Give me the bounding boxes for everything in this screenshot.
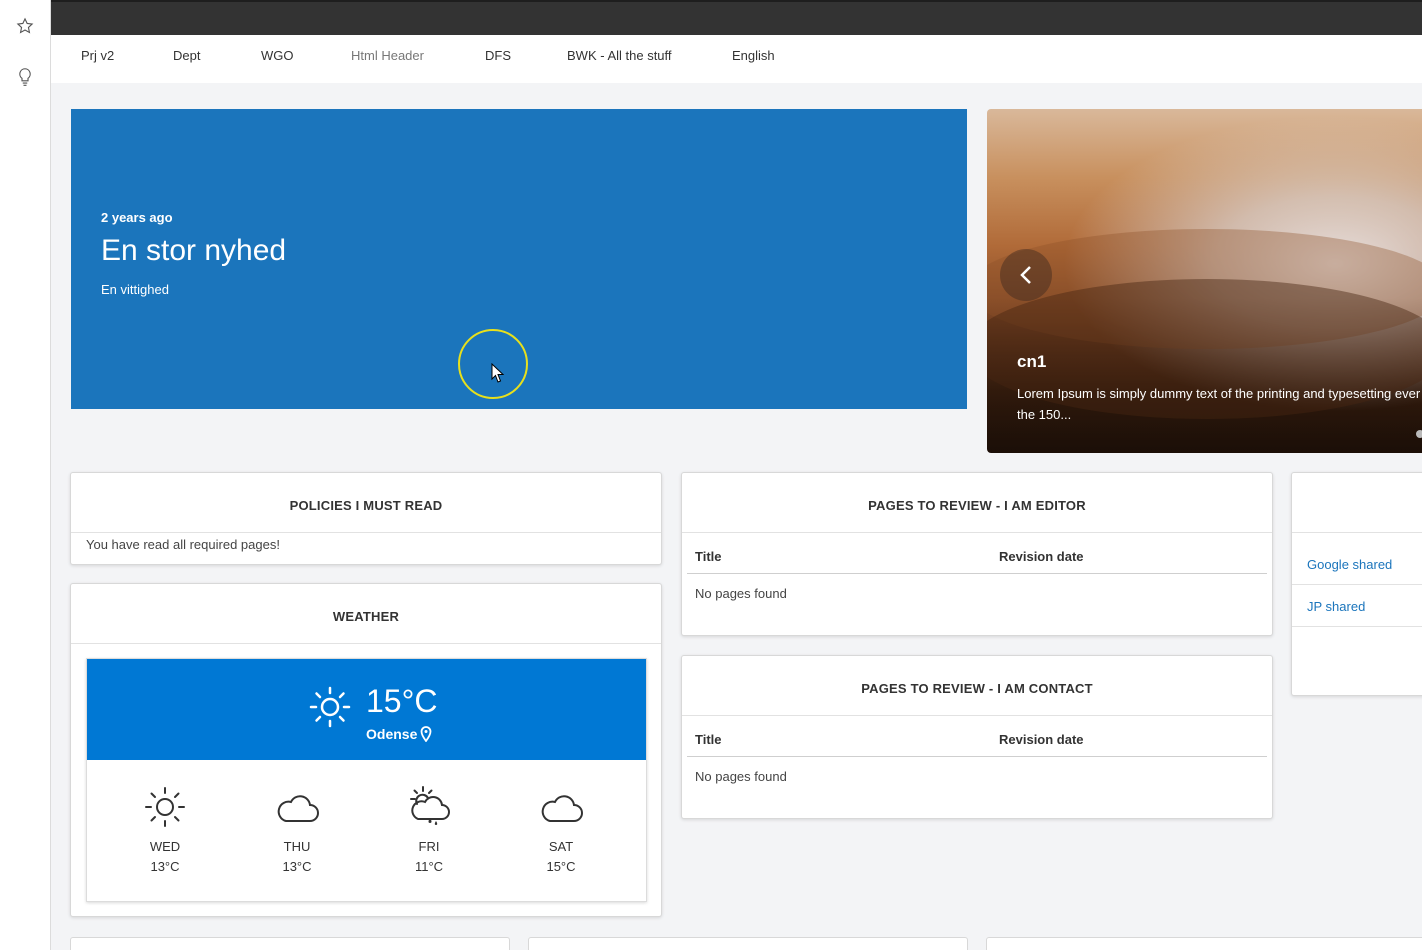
nav-item-english[interactable]: English bbox=[732, 48, 775, 63]
column-header-title[interactable]: Title bbox=[695, 732, 722, 747]
carousel-prev-button[interactable] bbox=[1000, 249, 1052, 301]
forecast-day-name: SAT bbox=[548, 839, 574, 854]
forecast-day-name: WED bbox=[149, 839, 181, 854]
divider bbox=[682, 532, 1272, 533]
sun-icon bbox=[309, 686, 351, 728]
bottom-card bbox=[528, 937, 968, 950]
policies-title: POLICIES I MUST READ bbox=[289, 498, 443, 513]
forecast-day-name: THU bbox=[283, 839, 311, 854]
divider bbox=[71, 643, 661, 644]
empty-message: No pages found bbox=[695, 769, 787, 784]
location-pin-icon bbox=[420, 726, 432, 742]
sun-icon bbox=[145, 787, 185, 827]
sun-cloud-rain-icon bbox=[410, 786, 450, 825]
cloud-icon bbox=[277, 795, 319, 822]
review-contact-title: PAGES TO REVIEW - I AM CONTACT bbox=[861, 681, 1093, 696]
cloud-icon bbox=[541, 795, 583, 822]
carousel-title[interactable]: cn1 bbox=[1017, 352, 1046, 372]
table-header-rule bbox=[687, 756, 1267, 757]
mouse-cursor-icon bbox=[491, 363, 505, 383]
forecast-day-temp: 11°C bbox=[414, 859, 444, 874]
hero-subtitle: En vittighed bbox=[101, 282, 169, 297]
forecast-day-temp: 13°C bbox=[150, 859, 180, 874]
chevron-left-icon bbox=[1020, 266, 1031, 284]
forecast-day-temp: 13°C bbox=[282, 859, 312, 874]
current-city: Odense bbox=[366, 726, 418, 742]
current-temperature: 15°C bbox=[366, 683, 438, 719]
weather-card: WEATHER 15°C Odense WED 13°C THU 13°C FR… bbox=[70, 583, 662, 917]
bottom-card bbox=[986, 937, 1422, 950]
lightbulb-icon[interactable] bbox=[15, 67, 35, 87]
forecast-day-temp: 15°C bbox=[546, 859, 576, 874]
weather-title: WEATHER bbox=[332, 609, 400, 624]
link-google-shared[interactable]: Google shared bbox=[1307, 557, 1392, 572]
star-icon[interactable] bbox=[15, 16, 35, 36]
suite-bar bbox=[51, 0, 1422, 35]
left-rail bbox=[0, 0, 51, 950]
table-header-rule bbox=[687, 573, 1267, 574]
top-navigation: Prj v2 Dept WGO Html Header DFS BWK - Al… bbox=[51, 35, 1422, 83]
carousel-text: Lorem Ipsum is simply dummy text of the … bbox=[1017, 386, 1422, 422]
weather-widget: 15°C Odense WED 13°C THU 13°C FRI 11°C S… bbox=[86, 658, 647, 902]
carousel-indicator-dot[interactable] bbox=[1416, 430, 1422, 438]
column-header-revision-date[interactable]: Revision date bbox=[999, 732, 1084, 747]
empty-message: No pages found bbox=[695, 586, 787, 601]
column-header-revision-date[interactable]: Revision date bbox=[999, 549, 1084, 564]
forecast-day: SAT 15°C bbox=[521, 785, 601, 874]
link-jp-shared[interactable]: JP shared bbox=[1307, 599, 1365, 614]
policies-card: POLICIES I MUST READ You have read all r… bbox=[70, 472, 662, 565]
forecast-day: WED 13°C bbox=[125, 785, 205, 874]
forecast-day: THU 13°C bbox=[257, 785, 337, 874]
divider bbox=[1292, 626, 1422, 627]
nav-item-html-header[interactable]: Html Header bbox=[351, 48, 424, 63]
nav-item-dfs[interactable]: DFS bbox=[485, 48, 511, 63]
review-editor-title: PAGES TO REVIEW - I AM EDITOR bbox=[868, 498, 1086, 513]
review-editor-card: PAGES TO REVIEW - I AM EDITOR Title Revi… bbox=[681, 472, 1273, 636]
nav-item-dept[interactable]: Dept bbox=[173, 48, 200, 63]
divider bbox=[682, 715, 1272, 716]
shared-links-card: Google shared JP shared bbox=[1291, 472, 1422, 696]
bottom-card bbox=[70, 937, 510, 950]
nav-item-wgo[interactable]: WGO bbox=[261, 48, 294, 63]
divider bbox=[1292, 584, 1422, 585]
forecast-day: FRI 11°C bbox=[389, 785, 469, 874]
review-contact-card: PAGES TO REVIEW - I AM CONTACT Title Rev… bbox=[681, 655, 1273, 819]
image-carousel[interactable]: cn1 Lorem Ipsum is simply dummy text of … bbox=[987, 109, 1422, 453]
nav-item-prj-v2[interactable]: Prj v2 bbox=[81, 48, 114, 63]
weather-current: 15°C Odense bbox=[87, 659, 646, 760]
hero-title[interactable]: En stor nyhed bbox=[101, 234, 286, 268]
divider bbox=[71, 532, 661, 533]
hero-date: 2 years ago bbox=[101, 210, 173, 225]
column-header-title[interactable]: Title bbox=[695, 549, 722, 564]
nav-item-bwk[interactable]: BWK - All the stuff bbox=[567, 48, 672, 63]
forecast-day-name: FRI bbox=[418, 839, 440, 854]
policies-message: You have read all required pages! bbox=[86, 537, 280, 552]
divider bbox=[1292, 532, 1422, 533]
